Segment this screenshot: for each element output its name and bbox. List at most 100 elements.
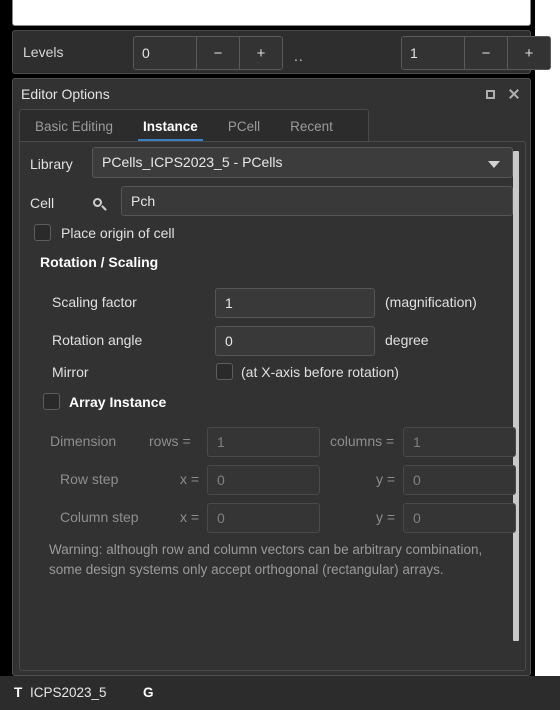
- column-step-row: Column step: [60, 509, 139, 525]
- column-step-y-value: 0: [413, 510, 421, 526]
- scaling-factor-row: Scaling factor: [52, 294, 137, 310]
- mirror-label: Mirror: [52, 364, 89, 380]
- rows-input[interactable]: 1: [207, 427, 320, 457]
- scaling-factor-value: 1: [225, 295, 233, 311]
- column-step-y-label: y =: [376, 509, 396, 525]
- array-instance-checkbox[interactable]: [43, 393, 60, 410]
- tab-recent[interactable]: Recent: [275, 110, 348, 142]
- level-from-value[interactable]: 0: [134, 37, 196, 69]
- level-to-minus-button[interactable]: −: [464, 37, 507, 69]
- level-from-spinbox[interactable]: 0 − +: [133, 36, 283, 70]
- columns-label-wrap: columns =: [330, 433, 394, 449]
- cell-search-button[interactable]: [93, 198, 107, 212]
- tab-basic-editing[interactable]: Basic Editing: [20, 110, 128, 142]
- row-step-y-value: 0: [413, 472, 421, 488]
- cell-label: Cell: [30, 195, 55, 211]
- magnifier-icon: [93, 198, 107, 212]
- column-step-x-value: 0: [217, 510, 225, 526]
- library-row: Library: [30, 156, 73, 172]
- rows-label: rows =: [149, 433, 191, 449]
- row-step-y-label: y =: [376, 471, 396, 487]
- grid-indicator[interactable]: G: [143, 685, 154, 700]
- row-step-x-label-wrap: x =: [180, 471, 199, 487]
- levels-range-separator: ..: [294, 48, 304, 64]
- rotation-scaling-section-title: Rotation / Scaling: [40, 254, 158, 270]
- scaling-factor-input[interactable]: 1: [215, 288, 375, 318]
- mirror-hint-label: (at X-axis before rotation): [241, 363, 399, 380]
- rotation-angle-value: 0: [225, 333, 233, 349]
- library-dropdown[interactable]: PCells_ICPS2023_5 - PCells: [92, 147, 513, 178]
- place-origin-checkbox-row[interactable]: Place origin of cell: [34, 224, 175, 241]
- cell-input[interactable]: Pch: [121, 186, 513, 216]
- rotation-angle-unit-label: degree: [385, 332, 429, 348]
- level-to-plus-button[interactable]: +: [507, 37, 550, 69]
- screen: Levels 0 − + .. 1 − + Editor Options Bas…: [0, 0, 560, 710]
- row-step-x-input[interactable]: 0: [207, 465, 320, 495]
- technology-name[interactable]: ICPS2023_5: [30, 685, 107, 700]
- row-step-row: Row step: [60, 471, 118, 487]
- float-icon[interactable]: [482, 86, 498, 102]
- app-canvas-top: [12, 0, 531, 26]
- mirror-checkbox-row[interactable]: (at X-axis before rotation): [216, 363, 399, 380]
- scaling-factor-label: Scaling factor: [52, 294, 137, 310]
- array-instance-checkbox-row[interactable]: Array Instance: [43, 393, 166, 410]
- columns-input[interactable]: 1: [403, 427, 516, 457]
- instance-tab-content: Library PCells_ICPS2023_5 - PCells Cell …: [19, 141, 526, 671]
- library-label: Library: [30, 156, 73, 172]
- array-instance-label: Array Instance: [69, 393, 167, 410]
- status-bar: T ICPS2023_5 G: [0, 676, 560, 710]
- level-to-spinbox[interactable]: 1 − +: [401, 36, 551, 70]
- level-from-minus-button[interactable]: −: [196, 37, 239, 69]
- rows-value: 1: [217, 434, 225, 450]
- row-step-label: Row step: [60, 471, 119, 487]
- row-step-y-label-wrap: y =: [376, 471, 395, 487]
- rotation-scaling-label: Rotation / Scaling: [40, 254, 159, 270]
- tab-label: Basic Editing: [35, 118, 114, 134]
- dimension-row: Dimension: [50, 433, 116, 449]
- cell-value: Pch: [131, 193, 156, 209]
- mirror-checkbox[interactable]: [216, 363, 233, 380]
- column-step-x-label: x =: [180, 509, 200, 525]
- column-step-x-label-wrap: x =: [180, 509, 199, 525]
- levels-label: Levels: [23, 44, 64, 60]
- place-origin-checkbox[interactable]: [34, 224, 51, 241]
- row-step-x-label: x =: [180, 471, 200, 487]
- panel-inner: Basic Editing Instance PCell Recent Libr…: [19, 109, 526, 671]
- library-value: PCells_ICPS2023_5 - PCells: [102, 154, 283, 170]
- row-step-y-input[interactable]: 0: [403, 465, 516, 495]
- scaling-factor-unit: (magnification): [385, 294, 477, 310]
- level-to-value[interactable]: 1: [402, 37, 464, 69]
- tab-pcell[interactable]: PCell: [213, 110, 275, 142]
- rotation-angle-unit: degree: [385, 332, 429, 348]
- level-from-plus-button[interactable]: +: [239, 37, 282, 69]
- dimension-label: Dimension: [50, 433, 117, 449]
- column-step-y-input[interactable]: 0: [403, 503, 516, 533]
- rotation-angle-input[interactable]: 0: [215, 326, 375, 356]
- tab-label: Instance: [143, 118, 198, 134]
- columns-value: 1: [413, 434, 421, 450]
- close-icon[interactable]: [506, 86, 522, 102]
- rotation-angle-label: Rotation angle: [52, 332, 143, 348]
- panel-title-bar: Editor Options: [13, 79, 530, 109]
- cell-row: Cell: [30, 195, 54, 211]
- tab-bar: Basic Editing Instance PCell Recent: [19, 109, 369, 142]
- chevron-down-icon: [488, 161, 500, 168]
- column-step-label: Column step: [60, 509, 139, 525]
- tab-label: PCell: [227, 118, 261, 134]
- array-warning-text: Warning: although row and column vectors…: [49, 542, 483, 577]
- panel-title: Editor Options: [21, 86, 110, 102]
- app-canvas-right: [535, 0, 560, 676]
- rotation-angle-row: Rotation angle: [52, 332, 142, 348]
- tab-instance[interactable]: Instance: [128, 110, 213, 142]
- tab-label: Recent: [290, 118, 333, 134]
- place-origin-label: Place origin of cell: [61, 224, 175, 241]
- content-scrollbar[interactable]: [511, 145, 523, 669]
- technology-prefix: T: [14, 685, 23, 700]
- column-step-x-input[interactable]: 0: [207, 503, 320, 533]
- row-step-x-value: 0: [217, 472, 225, 488]
- mirror-row: Mirror: [52, 364, 89, 380]
- scaling-factor-unit-label: (magnification): [385, 294, 477, 310]
- content-scrollbar-thumb[interactable]: [513, 151, 519, 641]
- editor-options-panel: Editor Options Basic Editing Instance PC…: [12, 78, 531, 676]
- levels-toolbar: Levels 0 − + .. 1 − +: [12, 30, 551, 74]
